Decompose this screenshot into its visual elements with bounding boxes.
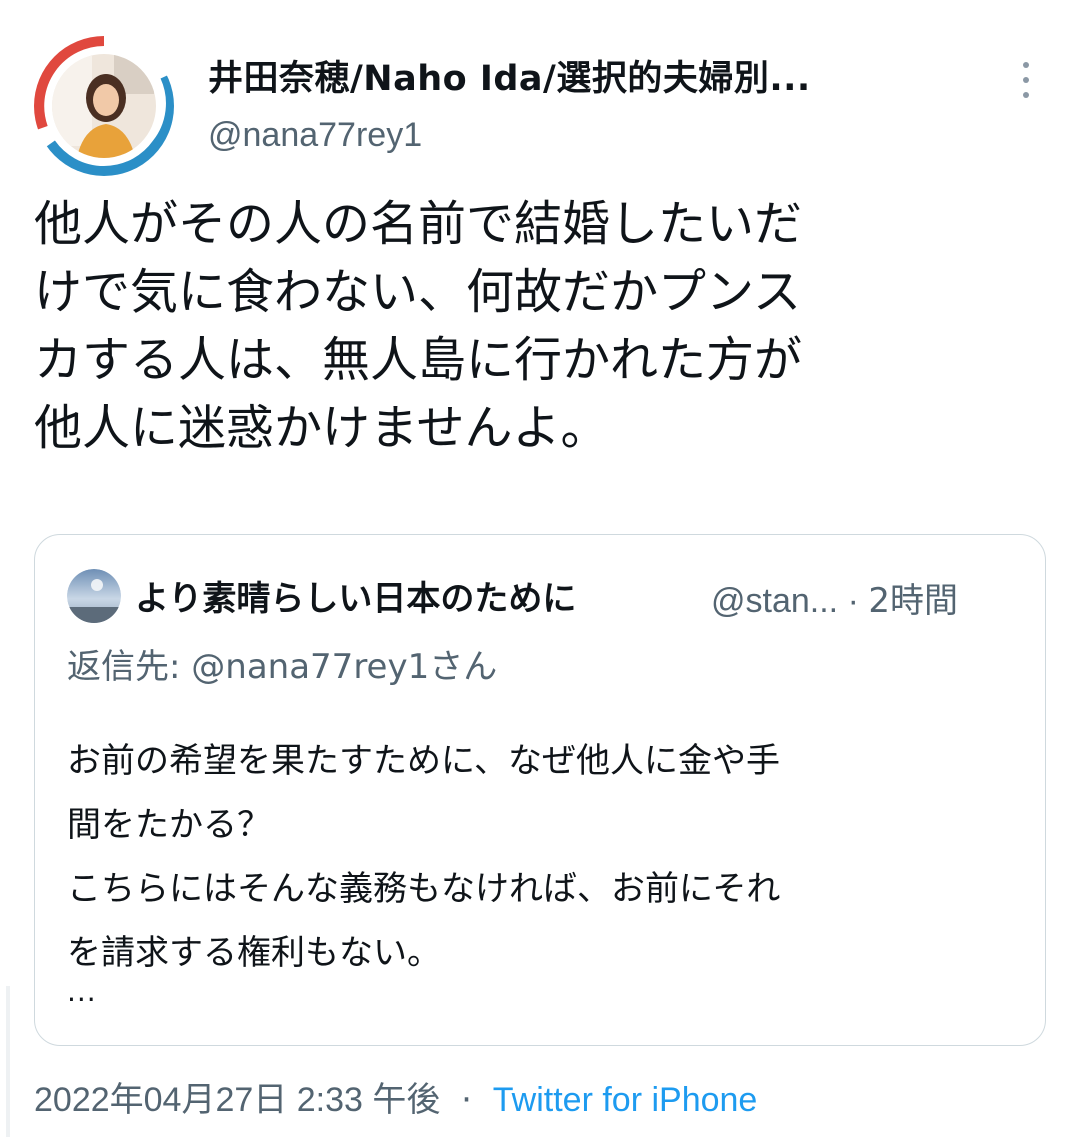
quoted-truncation-ellipsis: ... xyxy=(67,975,97,1008)
tweet-text: 他人がその人の名前で結婚したいだ けで気に食わない、何故だかプンス カする人は、… xyxy=(34,190,1054,462)
quoted-text-line: 間をたかる？ xyxy=(67,805,271,845)
quoted-author-name[interactable]: より素晴らしい日本のために xyxy=(135,571,576,620)
meta-separator: · xyxy=(847,582,859,620)
profile-photo-avatar xyxy=(34,36,174,176)
author-handle[interactable]: @nana77rey1 xyxy=(208,116,422,155)
quoted-text-line: お前の希望を果たすために、なぜ他人に金や手 xyxy=(67,741,780,781)
reply-context: 返信先: @nana77rey1さん xyxy=(67,639,497,688)
quoted-meta: @stan... · 2時間 xyxy=(711,573,958,622)
tweet-text-line: 他人がその人の名前で結婚したいだ xyxy=(34,196,803,252)
sky-photo-avatar xyxy=(67,569,121,623)
quoted-author-handle[interactable]: @stan... xyxy=(711,582,838,620)
reply-label: 返信先: xyxy=(67,647,181,687)
quoted-author-avatar[interactable] xyxy=(67,569,121,623)
quoted-text-line: を請求する権利もない。 xyxy=(67,933,441,973)
tweet-source-link[interactable]: Twitter for iPhone xyxy=(493,1081,758,1119)
quoted-tweet-text: お前の希望を果たすために、なぜ他人に金や手 間をたかる？ こちらにはそんな義務も… xyxy=(67,729,1017,985)
tweet-text-line: カする人は、無人島に行かれた方が xyxy=(34,332,803,388)
tweet-timestamp[interactable]: 2022年04月27日 2:33 午後 xyxy=(34,1081,440,1119)
tweet-footer: 2022年04月27日 2:33 午後 · Twitter for iPhone xyxy=(34,1072,757,1121)
tweet-text-line: 他人に迷惑かけませんよ。 xyxy=(34,400,609,456)
more-vertical-icon[interactable] xyxy=(1008,58,1044,102)
reply-target-link[interactable]: @nana77rey1さん xyxy=(191,647,497,687)
quoted-tweet-card[interactable]: より素晴らしい日本のために @stan... · 2時間 返信先: @nana7… xyxy=(34,534,1046,1046)
author-avatar[interactable] xyxy=(34,36,174,176)
quoted-text-line: こちらにはそんな義務もなければ、お前にそれ xyxy=(67,869,781,909)
quoted-timestamp[interactable]: 2時間 xyxy=(868,581,958,621)
scrollbar[interactable] xyxy=(6,986,10,1137)
footer-separator: · xyxy=(461,1080,472,1120)
author-display-name[interactable]: 井田奈穂/Naho Ida/選択的夫婦別... xyxy=(208,50,811,101)
tweet-text-line: けで気に食わない、何故だかプンス xyxy=(34,264,802,320)
